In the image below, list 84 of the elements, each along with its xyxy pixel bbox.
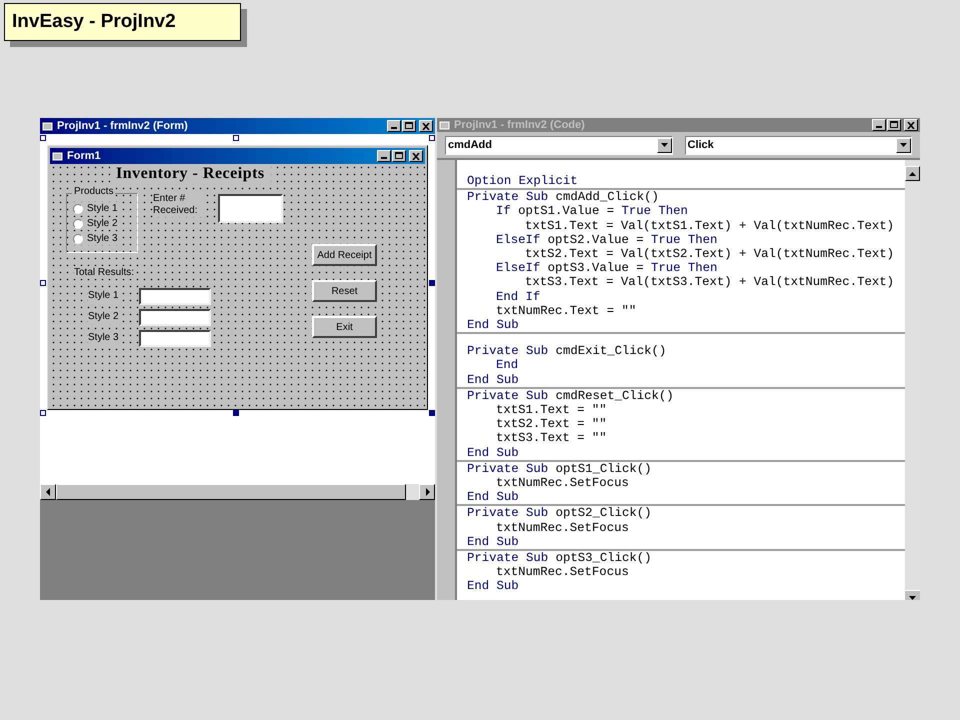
input-field[interactable] (139, 309, 211, 326)
close-icon (412, 152, 420, 160)
code-line: txtS3.Text = Val(txtS3.Text) + Val(txtNumRec.Text) (524, 275, 895, 290)
code-line: End (495, 358, 520, 373)
command-button[interactable]: Add Receipt (312, 244, 377, 266)
code-line: ElseIf optS2.Value = True Then (495, 232, 718, 248)
vertical-scrollbar[interactable] (905, 160, 920, 600)
radio-option[interactable]: Style 2 (73, 217, 120, 230)
code-line: Private Sub cmdReset_Click() (466, 388, 675, 404)
code-line: Option Explicit (466, 174, 579, 188)
maximize-button[interactable] (887, 119, 901, 131)
window-icon (42, 120, 54, 132)
window-icon (439, 120, 451, 130)
sizing-handle[interactable] (429, 280, 435, 286)
window-icon (52, 150, 64, 162)
code-line: End Sub (466, 372, 520, 387)
close-button[interactable] (409, 150, 423, 162)
minimize-button[interactable] (387, 120, 401, 132)
code-line: ElseIf optS3.Value = True Then (495, 261, 718, 276)
scroll-left-icon (46, 488, 50, 496)
code-line: Private Sub optS1_Click() (466, 462, 652, 476)
sizing-handle[interactable] (40, 410, 46, 416)
code-line: Private Sub optS3_Click() (466, 551, 652, 566)
field-label: Style 2 (88, 310, 119, 323)
maximize-button[interactable] (402, 120, 416, 132)
scroll-down-icon (909, 596, 916, 600)
window-title: ProjInv1 - frmInv2 (Form) (57, 118, 189, 134)
sizing-handle[interactable] (429, 135, 435, 141)
close-icon (422, 122, 430, 130)
minimize-button[interactable] (872, 119, 886, 131)
procedure-dropdown[interactable]: Click (684, 136, 912, 154)
sizing-handle[interactable] (233, 135, 239, 141)
sizing-handle[interactable] (40, 280, 46, 286)
close-button[interactable] (419, 120, 433, 132)
code-line: End Sub (466, 490, 520, 504)
field-label: Total Results: (74, 266, 134, 279)
scroll-right-icon (424, 488, 430, 496)
command-button[interactable]: Reset (312, 280, 377, 302)
field-label: Enter # Received: (153, 193, 203, 217)
minimize-button[interactable] (377, 150, 391, 162)
input-field[interactable] (218, 194, 283, 223)
object-dropdown[interactable]: cmdAdd (445, 136, 672, 154)
command-button[interactable]: Exit (312, 316, 377, 338)
sizing-handle[interactable] (233, 410, 239, 416)
code-line: Private Sub optS2_Click() (466, 506, 652, 521)
code-line: txtS1.Text = "" (495, 403, 608, 418)
code-line: End Sub (466, 579, 520, 594)
code-line: Private Sub cmdAdd_Click() (466, 190, 660, 204)
code-line: If optS1.Value = True Then (495, 204, 689, 219)
window-title: ProjInv1 - frmInv2 (Code) (454, 118, 586, 133)
code-line: txtNumRec.SetFocus (495, 476, 630, 490)
close-button[interactable] (904, 119, 918, 131)
code-line: txtS2.Text = Val(txtS2.Text) + Val(txtNumRec.Text) (524, 247, 895, 262)
slide-title: InvEasy - ProjInv2 (4, 3, 241, 41)
scroll-up-button[interactable] (905, 166, 920, 181)
close-icon (907, 122, 915, 128)
code-line: txtS3.Text = "" (495, 431, 608, 446)
code-line: txtS2.Text = "" (495, 417, 608, 432)
code-line: txtNumRec.Text = "" (495, 304, 638, 318)
form-heading: Inventory - Receipts (110, 165, 271, 183)
input-field[interactable] (139, 330, 211, 347)
code-editor[interactable] (457, 160, 905, 600)
frame-label: Products (72, 185, 116, 199)
window-title: Form1 (67, 148, 102, 164)
field-label: Style 1 (88, 289, 119, 302)
maximize-button[interactable] (392, 150, 406, 162)
code-line: End Sub (466, 534, 520, 550)
scroll-left-button[interactable] (40, 484, 56, 500)
field-label: Style 3 (88, 331, 119, 344)
code-line: Private Sub cmdExit_Click() (466, 344, 668, 358)
code-line: txtS1.Text = Val(txtS1.Text) + Val(txtNumRec.Text) (524, 218, 895, 233)
code-line: End If (495, 290, 542, 304)
code-line: End Sub (466, 318, 520, 332)
radio-option[interactable]: Style 3 (73, 232, 120, 245)
sizing-handle[interactable] (40, 135, 46, 141)
input-field[interactable] (139, 288, 211, 305)
code-line: txtNumRec.SetFocus (495, 520, 630, 535)
code-line: End Sub (466, 446, 520, 460)
scroll-up-icon (909, 172, 916, 176)
radio-option[interactable]: Style 1 (73, 202, 120, 215)
scroll-right-button[interactable] (419, 484, 435, 500)
code-line: txtNumRec.SetFocus (495, 565, 630, 580)
sizing-handle[interactable] (429, 410, 435, 416)
scroll-down-button[interactable] (905, 590, 920, 600)
